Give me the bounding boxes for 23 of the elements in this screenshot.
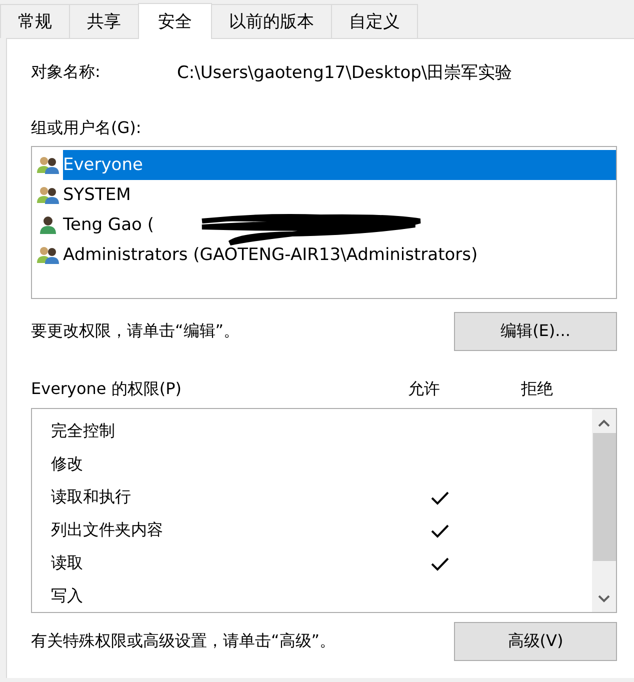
- permission-name: 写入: [51, 586, 84, 607]
- tab[interactable]: 自定义: [331, 4, 418, 38]
- permission-name: 读取: [51, 553, 84, 574]
- groups-label: 组或用户名(G):: [31, 118, 142, 139]
- user-list-item[interactable]: Administrators (GAOTENG-AIR13\Administrators): [63, 240, 482, 270]
- permissions-title: Everyone 的权限(P): [31, 379, 182, 400]
- object-name-label: 对象名称:: [31, 62, 102, 83]
- user-list-item[interactable]: Everyone: [63, 150, 616, 180]
- advanced-hint: 有关特殊权限或高级设置，请单击“高级”。: [31, 631, 336, 652]
- column-header: 允许: [408, 379, 441, 400]
- permission-name: 列出文件夹内容: [51, 520, 164, 541]
- tab[interactable]: 常规: [0, 4, 70, 38]
- edit-button[interactable]: 编辑(E)...: [454, 312, 617, 351]
- advanced-button[interactable]: 高级(V): [454, 622, 617, 661]
- user-list-item[interactable]: Teng Gao (: [63, 210, 158, 240]
- permission-name: 读取和执行: [51, 487, 132, 508]
- column-header: 拒绝: [521, 379, 553, 400]
- permission-name: 完全控制: [51, 421, 116, 442]
- edit-hint: 要更改权限，请单击“编辑”。: [31, 321, 240, 342]
- object-path: C:\Users\gaoteng17\Desktop\田崇军实验: [177, 62, 512, 84]
- user-list-item[interactable]: SYSTEM: [63, 180, 135, 210]
- permission-name: 修改: [51, 454, 84, 475]
- tab[interactable]: 安全: [138, 3, 212, 39]
